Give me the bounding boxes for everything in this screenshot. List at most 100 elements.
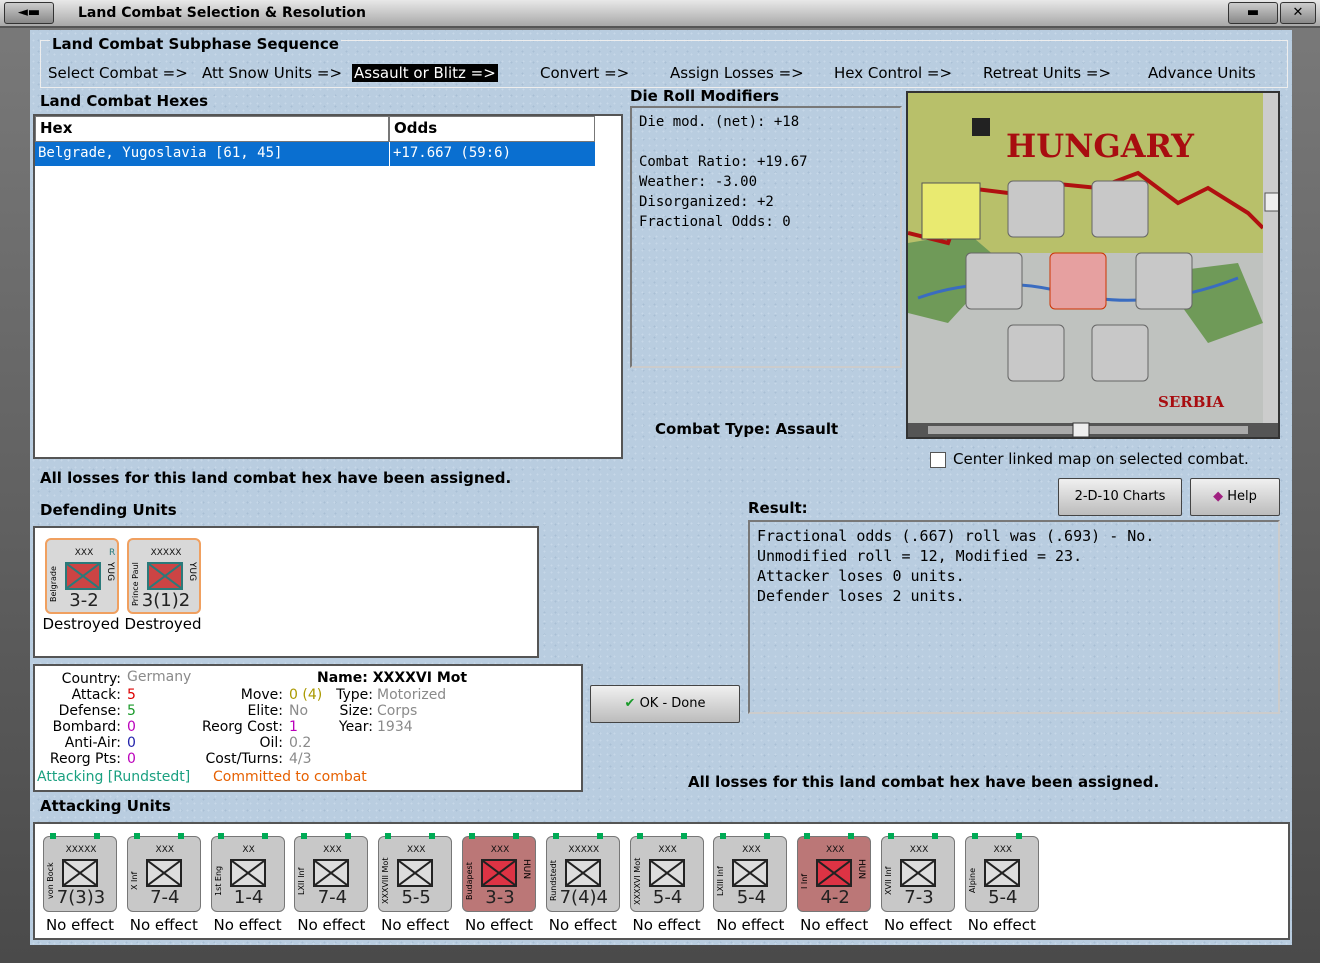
attacking-header: Attacking Units [40,797,171,815]
sequence-header: Land Combat Subphase Sequence [50,35,341,53]
country-value: Germany [127,669,192,685]
combat-type-label: Combat Type: [655,420,771,438]
status-dot [596,833,603,839]
unit-type-icon [732,859,769,887]
attacking-unit-counter[interactable]: XXX Alpine 5-4 [964,833,1039,912]
system-menu-button[interactable]: ◄▬ [4,2,54,24]
center-link-checkbox[interactable] [930,452,946,468]
status-dot [217,833,224,839]
unit-status: No effect [129,916,198,934]
status-dot [513,833,519,839]
unit-size: XXX [825,845,845,855]
attacking-unit-counter[interactable]: XXXXX Rundstedt 7(4)4 [545,833,620,912]
unit-status: No effect [213,916,282,934]
unit-status: No effect [297,916,366,934]
attacking-unit-counter[interactable]: XX 1st Eng 1-4 [210,833,285,912]
modifier-line: Weather: -3.00 [639,174,758,190]
window-title: Land Combat Selection & Resolution [78,5,367,21]
unit-type-icon [648,859,685,887]
move-label: Move: [240,687,283,703]
cost-turns-label: Cost/Turns: [205,751,283,767]
attacking-unit-counter[interactable]: XXX XXXVIII Mot 5-5 [378,833,453,912]
status-dot [680,833,687,839]
minimize-button[interactable]: ▬ [1228,2,1278,24]
unit-size: XXXXX [65,845,97,855]
status-dot [469,833,475,839]
attacking-units-panel: XXXXX von Bock 7(3)3 No effect XXX X Inf 7-4 No… [33,822,1290,940]
close-button[interactable]: ✕ [1280,2,1316,24]
attacking-unit-counter[interactable]: XXX Budapest HUN 3-3 [462,833,536,912]
attacking-unit-counter[interactable]: XXXXX von Bock 7(3)3 [43,833,117,912]
unit-size: XX [242,845,255,855]
combat-type-value: Assault [775,420,839,438]
attacking-status: Attacking [Rundstedt] [37,769,191,785]
status-dot [1015,833,1022,839]
ok-done-button[interactable]: ✔ OK - Done [590,685,740,723]
attacking-unit-counter[interactable]: XXX I Inf HUN 4-2 [797,833,872,912]
status-dot [345,833,352,839]
help-label: Help [1227,489,1257,504]
type-value: Motorized [377,687,447,703]
attacking-unit-counter[interactable]: XXX LXIII Inf 5-4 [713,833,788,912]
name-label: Name: [317,670,368,686]
seq-advance-units: Advance Units [1148,64,1256,82]
col-hex-header[interactable]: Hex [35,116,389,142]
losses-message-top: All losses for this land combat hex have… [40,469,512,487]
attacking-unit-counter[interactable]: XXX LXII Inf 7-4 [294,833,369,912]
col-odds-header[interactable]: Odds [389,116,595,142]
unit-strength: 7-4 [317,887,348,908]
table-row[interactable]: Belgrade, Yugoslavia [61, 45] +17.667 (5… [35,142,595,166]
linked-map[interactable]: HUNGARY SERBIA [906,91,1280,439]
hexes-list[interactable]: Hex Odds Belgrade, Yugoslavia [61, 45] +… [33,114,623,459]
unit-status: No effect [967,916,1036,934]
unit-status: Destroyed [124,615,202,633]
modifiers-header: Die Roll Modifiers [630,87,780,105]
unit-type-icon [229,859,266,887]
unit-strength: 5-5 [401,887,431,908]
unit-status: Destroyed [42,615,120,633]
unit-strength: 7(4)4 [559,887,608,908]
attack-value: 5 [127,687,136,703]
unit-strength: 5-4 [736,887,767,908]
seq-select-combat: Select Combat => [48,64,188,82]
bombard-label: Bombard: [52,719,121,735]
unit-size: XXX [993,845,1013,855]
defending-units-panel: XXX Belgrade R YUG 3-2 Destroyed XXXXX P… [33,526,539,658]
status-dot [94,833,100,839]
antiair-value: 0 [127,735,136,751]
ok-label: OK - Done [639,696,706,711]
year-label: Year: [338,719,373,735]
help-button[interactable]: ◆ Help [1190,478,1280,516]
year-value: 1934 [377,719,413,735]
status-dot [888,833,894,839]
title-bar: ◄▬ Land Combat Selection & Resolution ▬ … [0,0,1320,28]
unit-type-icon [816,859,853,887]
status-dot [177,833,184,839]
charts-button[interactable]: 2-D-10 Charts [1058,478,1182,516]
defending-unit-belgrade[interactable]: XXX Belgrade R YUG 3-2 [45,538,119,614]
status-dot [301,833,308,839]
unit-size: XXX [323,845,342,855]
unit-type-icon [145,859,182,887]
unit-strength: 3(1)2 [141,590,191,611]
losses-message-bottom: All losses for this land combat hex have… [688,773,1160,791]
name-value: XXXXVI Mot [372,670,468,686]
modifier-line: Fractional Odds: 0 [639,214,791,230]
oil-value: 0.2 [289,735,312,751]
attack-label: Attack: [71,687,121,703]
unit-size: XXXXX [150,548,182,558]
status-dot [552,833,559,839]
seq-att-snow-units: Att Snow Units => [202,64,343,82]
attacking-unit-counter[interactable]: XXX XXXXVI Mot 5-4 [629,833,704,912]
attacking-unit-counter[interactable]: XXX XVII Inf 7-3 [881,833,955,912]
unit-status: No effect [632,916,701,934]
status-dot [720,833,727,839]
defending-unit-prince-paul[interactable]: XXXXX Prince Paul YUG 3(1)2 [127,538,201,614]
unit-type-icon [900,859,936,887]
attacking-unit-counter[interactable]: XXX X Inf 7-4 [126,833,201,912]
unit-type-icon [397,859,434,887]
result-line: Defender loses 2 units. [757,587,965,605]
unit-size: XXX [406,845,426,855]
defending-header: Defending Units [40,501,177,519]
unit-strength: 5-4 [988,887,1018,908]
